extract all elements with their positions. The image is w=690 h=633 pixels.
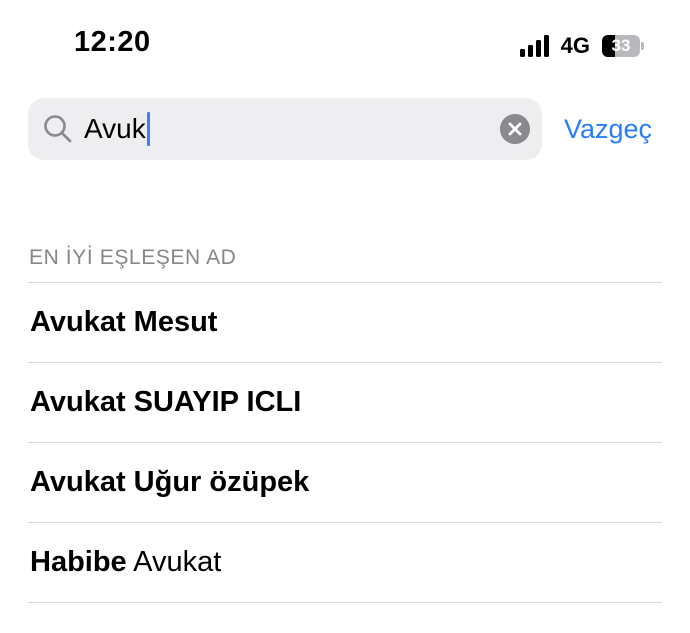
contact-name-match: Avukat Mesut: [30, 306, 218, 338]
contact-result-row[interactable]: Avukat SUAYIP ICLI: [28, 363, 662, 443]
search-icon: [44, 115, 72, 143]
results-list: Avukat Mesut Avukat SUAYIP ICLI Avukat Uğu…: [28, 282, 662, 603]
signal-bar: [543, 35, 549, 57]
section-header: EN İYİ EŞLEŞEN AD: [29, 246, 237, 269]
status-indicators: 4G 33: [519, 33, 644, 59]
contact-name-match: Avukat SUAYIP ICLI: [30, 386, 302, 418]
contact-result-row[interactable]: Habibe Avukat: [28, 523, 662, 603]
contacts-search-screen: 12:20 4G 33 Avuk Vazgeç EN İYİ EŞLEŞEN A…: [0, 0, 690, 633]
clear-icon[interactable]: [500, 114, 530, 144]
search-field[interactable]: Avuk: [28, 98, 542, 160]
cellular-signal-icon: [519, 35, 549, 57]
battery-body: 33: [602, 35, 640, 57]
status-time: 12:20: [74, 26, 151, 58]
signal-bar: [535, 40, 541, 57]
signal-bar: [519, 49, 525, 57]
signal-bar: [527, 45, 533, 57]
battery-level: 33: [611, 36, 631, 55]
battery-tip: [641, 42, 644, 50]
contact-result-row[interactable]: Avukat Mesut: [28, 283, 662, 363]
contact-name-match: Habibe: [30, 546, 127, 578]
cancel-button[interactable]: Vazgeç: [564, 112, 652, 146]
contact-result-row[interactable]: Avukat Uğur özüpek: [28, 443, 662, 523]
battery-icon: 33: [602, 35, 644, 57]
status-bar: 12:20 4G 33: [0, 0, 690, 92]
contact-name-rest: Avukat: [126, 546, 222, 578]
text-caret: [146, 112, 150, 146]
contact-name-match: Avukat Uğur özüpek: [30, 466, 310, 498]
network-type: 4G: [560, 33, 590, 58]
search-query: Avuk: [84, 113, 146, 144]
search-input[interactable]: Avuk: [84, 98, 484, 160]
